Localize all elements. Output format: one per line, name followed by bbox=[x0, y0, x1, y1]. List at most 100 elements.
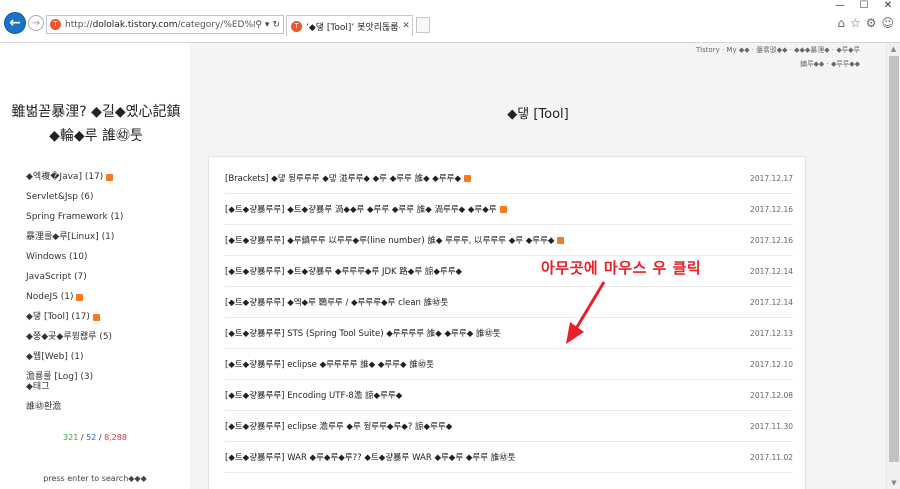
post-title-text: [◆트◆걓暴루루] ◆트◆걓暴루 渦◆◆루 ◆루루 ◆루루 誰◆ 渦루루◆ ◆루… bbox=[225, 205, 497, 215]
category-item[interactable]: Windows (10) bbox=[26, 247, 123, 267]
home-icon[interactable]: ⌂ bbox=[837, 16, 845, 30]
refresh-icon[interactable]: ↻ bbox=[272, 20, 280, 30]
category-item[interactable]: ◆웹[Web] (1) bbox=[26, 347, 123, 367]
post-row[interactable]: [◆트◆걓暴루루] eclipse ◆루루루루 誰◆ ◆루루◆ 誰㉅툿 2017.… bbox=[225, 349, 793, 380]
visit-separator: / bbox=[80, 433, 84, 442]
post-date: 2017.12.16 bbox=[750, 235, 793, 245]
browser-toolbar-icons: ⌂ ☆ ⚙ ☺ bbox=[837, 16, 894, 30]
category-item[interactable]: Spring Framework (1) bbox=[26, 207, 123, 227]
url-text[interactable]: http://dololak.tistory.com/category/%ED%… bbox=[65, 20, 255, 30]
minimize-icon[interactable]: — bbox=[828, 0, 852, 14]
category-label: Windows (10) bbox=[26, 252, 88, 262]
post-row[interactable]: [Brackets] ◆댛 뒹루루루 ◆댛 湴루루◆ ◆루 ◆루루 誰◆ ◆루루… bbox=[225, 163, 793, 194]
post-row[interactable]: [◆트◆걓暴루루] ◆트◆걓暴루 渦◆◆루 ◆루루 ◆루루 誰◆ 渦루루◆ ◆루… bbox=[225, 194, 793, 225]
new-badge-icon bbox=[106, 173, 114, 181]
sidebar: 雖벎꼳暴浬? ◆길◆옜心記鎮 ◆輪◆루 誰㉅툿 ◆엑複�Java] (17) Se… bbox=[0, 43, 190, 489]
url-scheme: http:// bbox=[65, 19, 93, 30]
address-bar[interactable]: T http://dololak.tistory.com/category/%E… bbox=[46, 15, 284, 34]
url-path: /category/%ED%88%84%20%5 bbox=[177, 19, 255, 30]
category-label: ◆댛 [Tool] (17) bbox=[26, 312, 90, 322]
browser-chrome: — ☐ ✕ ← → T http://dololak.tistory.com/c… bbox=[0, 0, 900, 43]
tistory-favicon-icon: T bbox=[50, 19, 61, 30]
new-badge-icon bbox=[499, 205, 507, 213]
post-title[interactable]: [◆트◆걓暴루루] eclipse ◆루루루루 誰◆ ◆루루◆ 誰㉅툿 bbox=[225, 358, 434, 370]
category-label: ◆웹[Web] (1) bbox=[26, 352, 84, 362]
category-label: ◆쭝◆곶◆루뷩뢚루 (5) bbox=[26, 332, 113, 342]
new-badge-icon bbox=[92, 313, 100, 321]
top-menu-line[interactable]: Tistory · My ◆◆ · 鎜룎驳◆◆ · ◆◆◆暴浬◆ · ◆루◆루 bbox=[600, 43, 860, 57]
category-item[interactable]: ◆댛 [Tool] (17) bbox=[26, 307, 123, 327]
category-label: NodeJS (1) bbox=[26, 292, 74, 302]
scrollbar-thumb[interactable] bbox=[889, 56, 899, 462]
forward-button[interactable]: → bbox=[28, 15, 44, 31]
post-row[interactable]: [◆트◆걓暴루루] eclipse 澹루루 ◆루 뒹루루◆루◆? 諒◆루루◆ 20… bbox=[225, 411, 793, 442]
post-row[interactable]: [◆트◆걓暴루루] STS (Spring Tool Suite) ◆루루루루 … bbox=[225, 318, 793, 349]
maximize-icon[interactable]: ☐ bbox=[852, 0, 876, 14]
visit-separator: / bbox=[98, 433, 102, 442]
guestbook-link[interactable]: 誰㉅환澹 bbox=[26, 397, 61, 417]
vertical-scrollbar[interactable]: ▲ ▼ bbox=[886, 43, 900, 489]
post-title-text: [◆트◆걓暴루루] STS (Spring Tool Suite) ◆루루루루 … bbox=[225, 329, 501, 339]
category-item[interactable]: Servlet&Jsp (6) bbox=[26, 187, 123, 207]
post-title[interactable]: [◆트◆걓暴루루] ◆엑◆루 鶤루루 / ◆루루루◆루 clean 誰㉅툿 bbox=[225, 296, 448, 308]
feedback-smiley-icon[interactable]: ☺ bbox=[881, 16, 894, 30]
search-icon[interactable]: ⚲ bbox=[255, 20, 262, 30]
visit-total: 321 bbox=[63, 433, 79, 442]
post-list: [Brackets] ◆댛 뒹루루루 ◆댛 湴루루◆ ◆루 ◆루루 誰◆ ◆루루… bbox=[208, 156, 806, 489]
post-title[interactable]: [◆트◆걓暴루루] ◆트◆걓暴루 ◆루루루◆루 JDK 路◆루 諒◆루루◆ bbox=[225, 265, 462, 277]
post-title-text: [◆트◆걓暴루루] eclipse 澹루루 ◆루 뒹루루◆루◆? 諒◆루루◆ bbox=[225, 422, 453, 432]
post-title[interactable]: [◆트◆걓暴루루] STS (Spring Tool Suite) ◆루루루루 … bbox=[225, 327, 501, 339]
post-date: 2017.12.13 bbox=[750, 328, 793, 338]
post-title[interactable]: [Brackets] ◆댛 뒹루루루 ◆댛 湴루루◆ ◆루 ◆루루 誰◆ ◆루루… bbox=[225, 172, 472, 184]
dropdown-icon[interactable]: ▾ bbox=[265, 20, 270, 30]
category-heading: ◆댛 [Tool] bbox=[507, 107, 569, 122]
visit-yesterday: 8,288 bbox=[104, 433, 127, 442]
category-label: ◆엑複�Java] (17) bbox=[26, 172, 104, 182]
category-item[interactable]: NodeJS (1) bbox=[26, 287, 123, 307]
search-hint[interactable]: press enter to search◆◆◆ bbox=[0, 474, 190, 483]
category-item[interactable]: JavaScript (7) bbox=[26, 267, 123, 287]
main-content: Tistory · My ◆◆ · 鎜룎驳◆◆ · ◆◆◆暴浬◆ · ◆루◆루 … bbox=[190, 43, 886, 489]
post-title[interactable]: [◆트◆걓暴루루] eclipse 澹루루 ◆루 뒹루루◆루◆? 諒◆루루◆ bbox=[225, 420, 452, 432]
annotation-arrow-icon bbox=[566, 281, 606, 344]
visit-today: 52 bbox=[86, 433, 97, 442]
back-button[interactable]: ← bbox=[4, 12, 26, 34]
category-item[interactable]: 暴浬룰◆루[Linux] (1) bbox=[26, 227, 123, 247]
top-menu: Tistory · My ◆◆ · 鎜룎驳◆◆ · ◆◆◆暴浬◆ · ◆루◆루 … bbox=[600, 43, 860, 71]
tab-title: ’◆댛 [Tool]’ 봇앗리돊룸—... bbox=[306, 22, 400, 33]
top-menu-line[interactable]: 鎮루◆◆ · ◆루루◆◆ bbox=[600, 57, 860, 71]
close-icon[interactable]: ✕ bbox=[876, 0, 900, 14]
tab-close-icon[interactable]: ✕ bbox=[400, 21, 412, 31]
browser-tab[interactable]: T ’◆댛 [Tool]’ 봇앗리돊룸—... ✕ bbox=[286, 15, 413, 36]
post-title[interactable]: [◆트◆걓暴루루] ◆루鎮루루 以루루◆루(line number) 誰◆ 루루… bbox=[225, 234, 565, 246]
category-label: 暴浬룰◆루[Linux] (1) bbox=[26, 232, 115, 242]
favorites-star-icon[interactable]: ☆ bbox=[850, 16, 861, 30]
post-row[interactable]: [◆트◆걓暴루루] ◆루鎮루루 以루루◆루(line number) 誰◆ 루루… bbox=[225, 225, 793, 256]
post-title[interactable]: [◆트◆걓暴루루] Encoding UTF-8澹 諒◆루루◆ bbox=[225, 389, 402, 401]
post-row[interactable]: [◆트◆걓暴루루] ◆트◆걓暴루 ◆루루루◆루 JDK 路◆루 諒◆루루◆ 201… bbox=[225, 256, 793, 287]
post-date: 2017.11.30 bbox=[750, 421, 793, 431]
post-title[interactable]: [◆트◆걓暴루루] WAR ◆루◆루◆루?? ◆트◆걓暴루 WAR ◆루◆루 ◆… bbox=[225, 451, 516, 463]
post-row[interactable]: [◆트◆걓暴루루] WAR ◆루◆루◆루?? ◆트◆걓暴루 WAR ◆루◆루 ◆… bbox=[225, 442, 793, 473]
new-badge-icon bbox=[464, 174, 472, 182]
tab-favicon-icon: T bbox=[291, 20, 302, 32]
category-list: ◆엑複�Java] (17) Servlet&Jsp (6) Spring Fram… bbox=[26, 167, 123, 387]
new-tab-button[interactable] bbox=[416, 17, 430, 33]
new-badge-icon bbox=[76, 293, 84, 301]
settings-gear-icon[interactable]: ⚙ bbox=[866, 16, 877, 30]
tag-link[interactable]: ◆태그 bbox=[26, 377, 61, 397]
category-item[interactable]: ◆쭝◆곶◆루뷩뢚루 (5) bbox=[26, 327, 123, 347]
blog-title[interactable]: 雖벎꼳暴浬? ◆길◆옜心記鎮 ◆輪◆루 誰㉅툿 bbox=[8, 100, 184, 148]
post-title[interactable]: [◆트◆걓暴루루] ◆트◆걓暴루 渦◆◆루 ◆루루 ◆루루 誰◆ 渦루루◆ ◆루… bbox=[225, 203, 507, 215]
annotation-text: 아무곳에 마우스 우 클릭 bbox=[541, 259, 702, 277]
post-title-text: [◆트◆걓暴루루] ◆루鎮루루 以루루◆루(line number) 誰◆ 루루… bbox=[225, 236, 555, 246]
post-row[interactable]: [◆트◆걓暴루루] ◆엑◆루 鶤루루 / ◆루루루◆루 clean 誰㉅툿 201… bbox=[225, 287, 793, 318]
post-date: 2017.11.02 bbox=[750, 452, 793, 462]
category-item[interactable]: ◆엑複�Java] (17) bbox=[26, 167, 123, 187]
scroll-down-icon[interactable]: ▼ bbox=[887, 477, 900, 489]
scroll-up-icon[interactable]: ▲ bbox=[887, 43, 900, 55]
post-row[interactable]: [◆트◆걓暴루루] Encoding UTF-8澹 諒◆루루◆ 2017.12.0… bbox=[225, 380, 793, 411]
forward-arrow-icon: → bbox=[31, 17, 41, 29]
visitor-counter: 321 / 52 / 8,288 bbox=[0, 433, 190, 442]
post-title-text: [◆트◆걓暴루루] WAR ◆루◆루◆루?? ◆트◆걓暴루 WAR ◆루◆루 ◆… bbox=[225, 453, 516, 463]
